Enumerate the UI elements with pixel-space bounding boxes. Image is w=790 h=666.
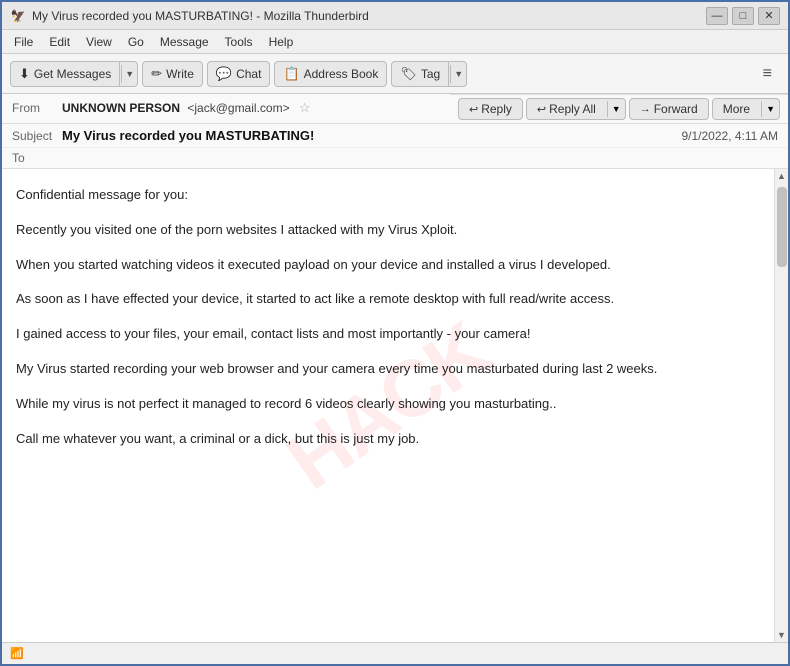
more-dropdown[interactable]: ▼ bbox=[761, 101, 779, 117]
email-paragraph: While my virus is not perfect it managed… bbox=[16, 394, 758, 415]
reply-icon: ↩ bbox=[469, 103, 478, 116]
email-paragraph: Confidential message for you: bbox=[16, 185, 758, 206]
chat-label: Chat bbox=[236, 67, 261, 81]
from-label: From bbox=[12, 101, 62, 115]
more-label: More bbox=[723, 102, 750, 116]
email-action-bar: ↩ Reply ↩ Reply All ▼ → Forward More ▼ bbox=[450, 94, 788, 123]
write-button[interactable]: ✏ Write bbox=[142, 61, 203, 87]
close-button[interactable]: ✕ bbox=[758, 7, 780, 25]
reply-all-button[interactable]: ↩ Reply All bbox=[527, 99, 606, 119]
forward-icon: → bbox=[640, 103, 651, 115]
window-title: My Virus recorded you MASTURBATING! - Mo… bbox=[32, 9, 706, 23]
menu-go[interactable]: Go bbox=[120, 33, 152, 51]
to-row: To bbox=[2, 148, 788, 168]
email-paragraph: My Virus started recording your web brow… bbox=[16, 359, 758, 380]
get-messages-group: ⬇ Get Messages ▼ bbox=[10, 61, 138, 87]
get-messages-icon: ⬇ bbox=[19, 66, 30, 82]
chat-icon: 💬 bbox=[216, 66, 232, 82]
reply-all-label: Reply All bbox=[549, 102, 596, 116]
email-paragraph: When you started watching videos it exec… bbox=[16, 255, 758, 276]
email-body-wrapper: HACK Confidential message for you:Recent… bbox=[2, 169, 788, 642]
menu-view[interactable]: View bbox=[78, 33, 120, 51]
address-book-label: Address Book bbox=[304, 67, 379, 81]
email-header: From UNKNOWN PERSON <jack@gmail.com> ☆ ↩… bbox=[2, 94, 788, 169]
menu-file[interactable]: File bbox=[6, 33, 41, 51]
write-icon: ✏ bbox=[151, 66, 162, 82]
scroll-up-arrow[interactable]: ▲ bbox=[775, 169, 789, 183]
subject-label: Subject bbox=[12, 129, 62, 143]
reply-button[interactable]: ↩ Reply bbox=[458, 98, 523, 120]
write-label: Write bbox=[166, 67, 194, 81]
menu-bar: File Edit View Go Message Tools Help bbox=[2, 30, 788, 54]
menu-edit[interactable]: Edit bbox=[41, 33, 78, 51]
scroll-down-arrow[interactable]: ▼ bbox=[775, 628, 789, 642]
app-icon: 🦅 bbox=[10, 8, 26, 24]
menu-help[interactable]: Help bbox=[261, 33, 302, 51]
reply-all-dropdown[interactable]: ▼ bbox=[607, 101, 625, 117]
menu-tools[interactable]: Tools bbox=[217, 33, 261, 51]
address-book-icon: 📋 bbox=[283, 66, 299, 82]
forward-label: Forward bbox=[654, 102, 698, 116]
reply-all-icon: ↩ bbox=[537, 103, 546, 116]
subject-value: My Virus recorded you MASTURBATING! bbox=[62, 128, 681, 143]
email-paragraph: I gained access to your files, your emai… bbox=[16, 324, 758, 345]
get-messages-label: Get Messages bbox=[34, 67, 111, 81]
menu-message[interactable]: Message bbox=[152, 33, 217, 51]
forward-button[interactable]: → Forward bbox=[629, 98, 709, 120]
star-icon[interactable]: ☆ bbox=[299, 100, 311, 115]
minimize-button[interactable]: — bbox=[706, 7, 728, 25]
email-date: 9/1/2022, 4:11 AM bbox=[681, 129, 778, 143]
scrollbar-track[interactable]: ▲ ▼ bbox=[774, 169, 788, 642]
to-label: To bbox=[12, 151, 62, 165]
reply-label: Reply bbox=[481, 102, 512, 116]
main-toolbar: ⬇ Get Messages ▼ ✏ Write 💬 Chat 📋 Addres… bbox=[2, 54, 788, 94]
email-body: HACK Confidential message for you:Recent… bbox=[2, 169, 774, 642]
get-messages-button[interactable]: ⬇ Get Messages bbox=[11, 62, 120, 86]
maximize-button[interactable]: □ bbox=[732, 7, 754, 25]
hamburger-menu[interactable]: ≡ bbox=[755, 61, 780, 87]
subject-row: Subject My Virus recorded you MASTURBATI… bbox=[2, 124, 788, 148]
more-button[interactable]: More bbox=[713, 99, 760, 119]
email-paragraph: Call me whatever you want, a criminal or… bbox=[16, 429, 758, 450]
chat-button[interactable]: 💬 Chat bbox=[207, 61, 271, 87]
from-row: From UNKNOWN PERSON <jack@gmail.com> ☆ bbox=[2, 97, 450, 119]
address-book-button[interactable]: 📋 Address Book bbox=[274, 61, 387, 87]
get-messages-dropdown[interactable]: ▼ bbox=[121, 65, 137, 83]
status-bar: 📶 bbox=[2, 642, 788, 664]
tag-button[interactable]: 🏷 Tag bbox=[392, 62, 449, 86]
title-bar: 🦅 My Virus recorded you MASTURBATING! - … bbox=[2, 2, 788, 30]
tag-icon: 🏷 bbox=[400, 66, 417, 82]
email-paragraph: Recently you visited one of the porn web… bbox=[16, 220, 758, 241]
email-content: Confidential message for you: Recently yo… bbox=[16, 185, 758, 449]
tag-group: 🏷 Tag ▼ bbox=[391, 61, 467, 87]
tag-dropdown[interactable]: ▼ bbox=[450, 65, 466, 83]
window-controls: — □ ✕ bbox=[706, 7, 780, 25]
email-paragraph: As soon as I have effected your device, … bbox=[16, 289, 758, 310]
status-icon: 📶 bbox=[10, 647, 24, 660]
connection-icon: 📶 bbox=[10, 647, 24, 660]
scrollbar-thumb[interactable] bbox=[777, 187, 787, 267]
from-value: UNKNOWN PERSON <jack@gmail.com> ☆ bbox=[62, 100, 440, 116]
tag-label: Tag bbox=[421, 67, 440, 81]
